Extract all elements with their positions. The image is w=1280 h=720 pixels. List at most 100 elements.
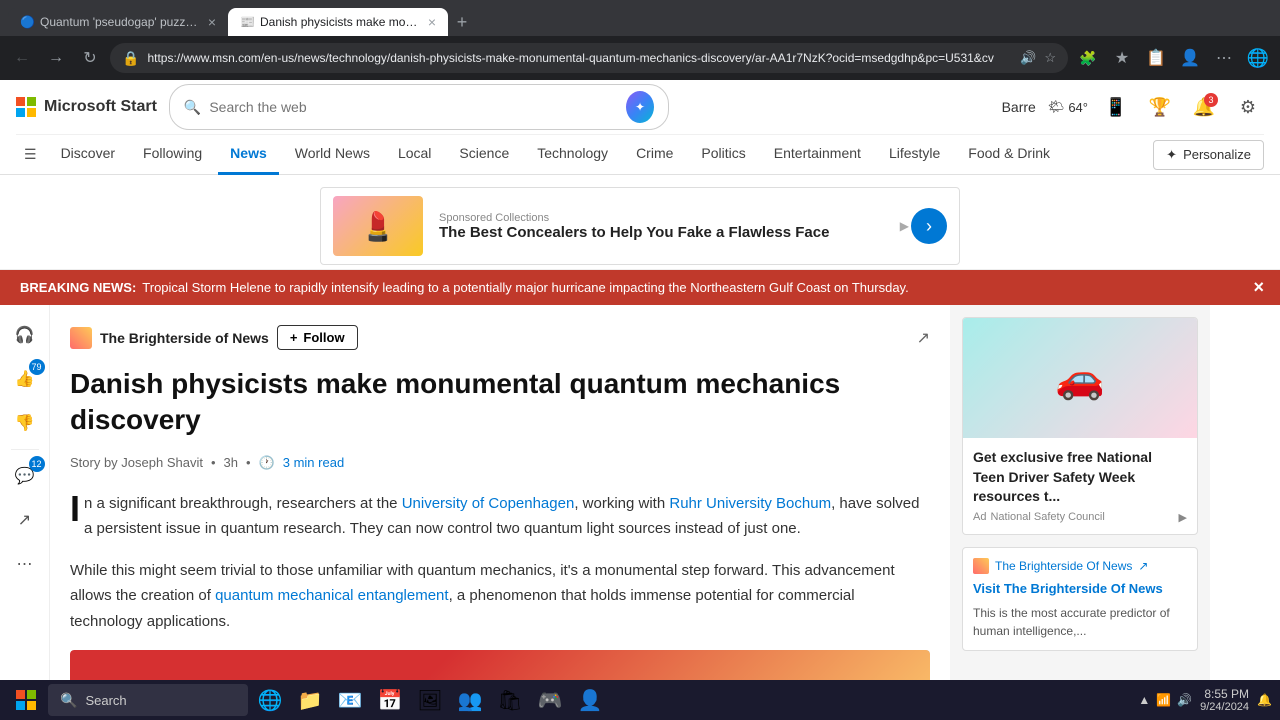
nav-item-technology[interactable]: Technology [525,135,620,175]
nav-item-crime[interactable]: Crime [624,135,685,175]
msn-nav: ☰ Discover Following News World News Loc… [16,134,1264,174]
mobile-icon[interactable]: 📱 [1100,91,1132,123]
follow-button[interactable]: + Follow [277,325,358,350]
breaking-news-banner: BREAKING NEWS: Tropical Storm Helene to … [0,270,1280,305]
related-source-logo [973,558,989,574]
taskbar-teams[interactable]: 👥 [452,682,488,718]
taskbar-game[interactable]: 🎮 [532,682,568,718]
taskbar-search[interactable]: 🔍 Search [48,684,248,716]
nav-item-politics[interactable]: Politics [689,135,757,175]
taskbar-up-icon[interactable]: ▲ [1138,693,1150,707]
taskbar-photos[interactable]: 🖼 [412,682,448,718]
weather-widget[interactable]: 🌤 64° [1048,99,1088,115]
taskbar-apps: 🌐 📁 📧 📅 🖼 👥 🛍 🎮 👤 [252,682,608,718]
ad-label: Sponsored Collections [439,212,895,224]
more-tools-button[interactable]: ⋯ [1210,44,1238,72]
read-time: 3 min read [283,455,344,470]
ad-card[interactable]: 💄 Sponsored Collections The Best Conceal… [320,187,960,265]
nav-item-science[interactable]: Science [447,135,521,175]
profile-button[interactable]: 👤 [1176,44,1204,72]
taskbar-explorer[interactable]: 📁 [292,682,328,718]
nav-item-lifestyle[interactable]: Lifestyle [877,135,952,175]
ad-forward-button[interactable]: › [911,208,947,244]
source-logo [70,327,92,349]
taskbar-mail[interactable]: 📧 [332,682,368,718]
ruhr-university-link[interactable]: Ruhr University Bochum [669,495,831,512]
msn-search-input[interactable] [209,99,618,115]
nav-item-following[interactable]: Following [131,135,214,175]
forward-button[interactable]: → [42,44,70,72]
address-bar[interactable]: 🔒 🔊 ☆ [110,43,1068,73]
comment-button[interactable]: 12 💬 [7,458,43,494]
personalize-button[interactable]: ✦ Personalize [1153,140,1264,170]
msn-search-box[interactable]: 🔍 ✦ [169,84,669,130]
right-ad-source: National Safety Council [990,511,1104,523]
related-external-icon[interactable]: ↗ [1138,559,1148,573]
taskbar-volume-icon[interactable]: 🔊 [1177,693,1192,707]
favorites-button[interactable]: ★ [1108,44,1136,72]
related-article-title[interactable]: Visit The Brighterside Of News [973,580,1187,598]
taskbar-search-icon: 🔍 [60,692,77,709]
hamburger-menu[interactable]: ☰ [16,138,45,171]
address-input[interactable] [147,51,1012,65]
taskbar-network-icon[interactable]: 📶 [1156,693,1171,707]
extensions-button[interactable]: 🧩 [1074,44,1102,72]
msn-logo[interactable]: Microsoft Start [16,97,157,117]
nav-item-world-news[interactable]: World News [283,135,382,175]
tab-1[interactable]: 🔵 Quantum 'pseudogap' puzzle cra... × [8,8,228,36]
edge-icon[interactable]: 🌐 [1244,44,1272,72]
right-ad-image: 🚗 [963,318,1197,438]
right-ad-dismiss[interactable]: ▶ [1179,511,1187,524]
right-ad-body: Get exclusive free National Teen Driver … [963,438,1197,534]
taskbar-calendar[interactable]: 📅 [372,682,408,718]
collections-button[interactable]: 📋 [1142,44,1170,72]
related-source: The Brighterside Of News ↗ [973,558,1187,574]
left-sidebar: 🎧 79 👍 👎 12 💬 ↗ ⋯ [0,305,50,720]
taskbar-edge[interactable]: 🌐 [252,682,288,718]
copilot-button[interactable]: ✦ [626,91,654,123]
trophy-icon: 🏆 [1149,97,1171,118]
ad-dismiss-icon[interactable]: ▶ [900,219,909,233]
notifications-icon[interactable]: 🔔 3 [1188,91,1220,123]
taskbar-date-display: 9/24/2024 [1200,701,1249,713]
settings-icon[interactable]: ⚙ [1232,91,1264,123]
back-button[interactable]: ← [8,44,36,72]
related-article-body: This is the most accurate predictor of h… [973,604,1187,640]
nav-item-entertainment[interactable]: Entertainment [762,135,873,175]
msn-logo-text: Microsoft Start [44,98,157,116]
refresh-button[interactable]: ↻ [76,44,104,72]
main-layout: 🎧 79 👍 👎 12 💬 ↗ ⋯ The Brighterside of Ne… [0,305,1280,720]
share-button[interactable]: ↗ [7,502,43,538]
nav-item-discover[interactable]: Discover [49,135,127,175]
nav-item-food-drink[interactable]: Food & Drink [956,135,1062,175]
more-options-button[interactable]: ⋯ [7,546,43,582]
start-button[interactable] [8,682,44,718]
taskbar-notification-icon[interactable]: 🔔 [1257,693,1272,707]
favorites-icon[interactable]: ☆ [1044,50,1056,66]
taskbar-clock[interactable]: 8:55 PM 9/24/2024 [1200,687,1249,713]
article-paragraph-2: While this might seem trivial to those u… [70,558,930,635]
university-copenhagen-link[interactable]: University of Copenhagen [402,495,575,512]
taskbar-store[interactable]: 🛍 [492,682,528,718]
tab-2[interactable]: 📰 Danish physicists make monume... × [228,8,448,36]
breaking-news-close[interactable]: × [1253,277,1264,298]
external-link-icon[interactable]: ↗ [917,328,930,348]
audio-icon[interactable]: 🎧 [7,317,43,353]
downvote-button[interactable]: 👎 [7,405,43,441]
new-tab-button[interactable]: + [448,8,476,36]
notification-badge: 3 [1204,93,1218,107]
right-ad-card[interactable]: 🚗 Get exclusive free National Teen Drive… [962,317,1198,535]
upvote-button[interactable]: 79 👍 [7,361,43,397]
tab-2-close[interactable]: × [428,14,436,30]
msn-top-bar: Microsoft Start 🔍 ✦ Barre 🌤 64° [16,80,1264,134]
related-source-name[interactable]: The Brighterside Of News [995,559,1132,573]
entanglement-link[interactable]: quantum mechanical entanglement [215,587,448,604]
rewards-icon[interactable]: 🏆 [1144,91,1176,123]
read-aloud-icon[interactable]: 🔊 [1020,50,1036,66]
nav-item-local[interactable]: Local [386,135,443,175]
nav-item-news[interactable]: News [218,135,279,175]
taskbar-profile[interactable]: 👤 [572,682,608,718]
related-article-card[interactable]: The Brighterside Of News ↗ Visit The Bri… [962,547,1198,651]
tab-1-close[interactable]: × [208,14,216,30]
taskbar: 🔍 Search 🌐 📁 📧 📅 🖼 👥 🛍 🎮 👤 ▲ 📶 🔊 8:55 PM… [0,680,1280,720]
